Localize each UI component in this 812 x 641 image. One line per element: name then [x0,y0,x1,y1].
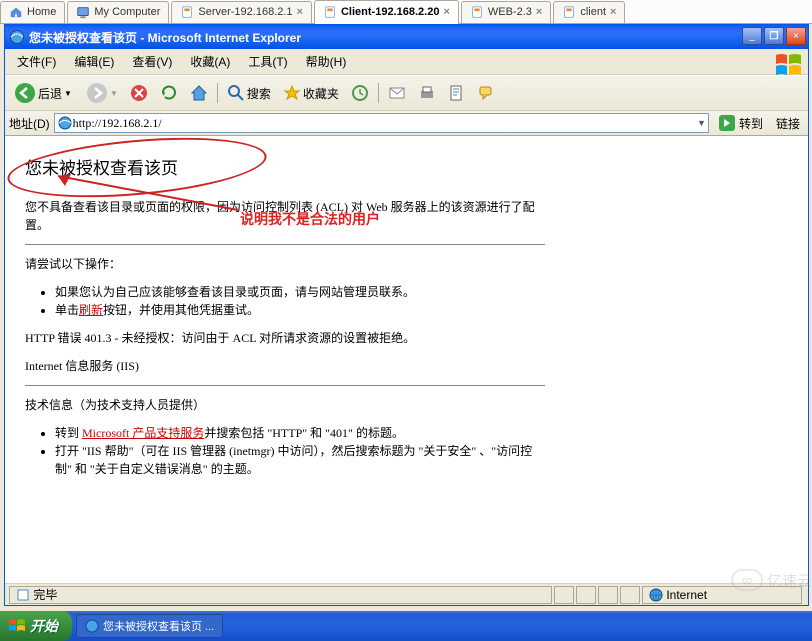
tech-item: 转到 Microsoft 产品支持服务并搜索包括 "HTTP" 和 "401" … [55,424,545,442]
try-heading: 请尝试以下操作： [25,255,545,273]
status-text-panel: 完毕 [9,586,552,604]
close-icon[interactable]: × [536,6,542,18]
divider [25,244,545,245]
maximize-button[interactable]: ❐ [764,27,784,45]
taskbar-item[interactable]: 您未被授权查看该页 ... [76,614,223,638]
annotation-text: 说明我不是合法的用户 [240,210,380,231]
vm-tab-client[interactable]: Client-192.168.2.20 × [314,0,459,24]
ms-support-link[interactable]: Microsoft 产品支持服务 [82,426,204,440]
start-button[interactable]: 开始 [0,611,72,641]
windows-flag-icon [8,617,26,635]
status-sep [576,586,596,604]
menu-help[interactable]: 帮助(H) [298,51,355,72]
divider [25,385,545,386]
tech-item: 打开 "IIS 帮助"（可在 IIS 管理器 (inetmgr) 中访问），然后… [55,442,545,478]
vm-tab-label: client [580,6,606,18]
ie-icon [85,619,99,633]
back-button[interactable]: 后退 ▼ [9,79,79,107]
close-icon[interactable]: × [610,6,616,18]
chevron-down-icon: ▼ [110,89,118,98]
links-label[interactable]: 链接 [772,115,804,132]
watermark: ∞亿速云 [731,569,812,591]
window-title: 您未被授权查看该页 - Microsoft Internet Explorer [29,29,301,46]
page-icon [57,115,73,131]
address-input[interactable] [73,116,697,131]
vm-tab-mycomputer[interactable]: My Computer [67,1,169,23]
forward-button[interactable]: ▼ [81,79,123,107]
taskbar: 开始 您未被授权查看该页 ... [0,611,812,641]
ie-icon [9,29,25,45]
tech-heading: 技术信息（为技术支持人员提供） [25,396,545,414]
ie-window: 您未被授权查看该页 - Microsoft Internet Explorer … [4,24,809,606]
page-content: 说明我不是合法的用户 您未被授权查看该页 您不具备查看该目录或页面的权限，因为访… [5,136,808,583]
home-button[interactable] [185,81,213,105]
vm-tab-label: Server-192.168.2.1 [198,6,292,18]
status-sep [554,586,574,604]
vm-tab-client2[interactable]: client × [553,1,625,23]
iis-line: Internet 信息服务 (IIS) [25,357,545,375]
go-label: 转到 [739,115,763,132]
refresh-link[interactable]: 刷新 [79,303,103,317]
vm-tab-label: WEB-2.3 [488,6,532,18]
status-done: 完毕 [33,586,57,603]
statusbar: 完毕 Internet [5,583,808,605]
windows-logo-icon [774,51,804,81]
start-label: 开始 [30,616,58,636]
vm-tab-server[interactable]: Server-192.168.2.1 × [171,1,312,23]
stop-button[interactable] [125,81,153,105]
menu-tools[interactable]: 工具(T) [240,51,295,72]
menu-favorites[interactable]: 收藏(A) [182,51,238,72]
toolbar: 后退 ▼ ▼ 搜索 收藏夹 [5,75,808,111]
page-heading: 您未被授权查看该页 [25,156,545,182]
favorites-label: 收藏夹 [303,85,339,102]
menu-view[interactable]: 查看(V) [124,51,180,72]
address-label: 地址(D) [9,115,50,132]
close-icon[interactable]: × [443,6,449,18]
refresh-button[interactable] [155,81,183,105]
done-icon [16,588,30,602]
http-error-line: HTTP 错误 401.3 - 未经授权：访问由于 ACL 对所请求资源的设置被… [25,329,545,347]
status-zone: Internet [666,588,707,602]
address-input-wrap[interactable]: ▼ [54,113,709,133]
status-sep [620,586,640,604]
print-button[interactable] [413,81,441,105]
menu-file[interactable]: 文件(F) [9,51,64,72]
vm-tab-label: My Computer [94,6,160,18]
address-bar: 地址(D) ▼ 转到 链接 [5,111,808,136]
taskbar-item-label: 您未被授权查看该页 ... [103,618,214,634]
go-button[interactable]: 转到 [713,113,768,133]
history-button[interactable] [346,81,374,105]
vm-tab-web23[interactable]: WEB-2.3 × [461,1,551,23]
chevron-down-icon[interactable]: ▼ [697,118,706,128]
back-label: 后退 [38,85,62,102]
menu-edit[interactable]: 编辑(E) [66,51,122,72]
vm-tab-strip: Home My Computer Server-192.168.2.1 × Cl… [0,0,812,24]
search-label: 搜索 [247,85,271,102]
globe-icon [649,588,663,602]
vm-tab-home[interactable]: Home [0,1,65,23]
close-button[interactable]: × [786,27,806,45]
close-icon[interactable]: × [297,6,303,18]
search-button[interactable]: 搜索 [222,81,276,105]
chevron-down-icon: ▼ [64,89,72,98]
edit-button[interactable] [443,81,471,105]
favorites-button[interactable]: 收藏夹 [278,81,344,105]
vm-tab-label: Home [27,6,56,18]
vm-tab-label: Client-192.168.2.20 [341,6,439,18]
suggestion-item: 单击刷新按钮，并使用其他凭据重试。 [55,301,545,319]
discuss-button[interactable] [473,81,501,105]
menubar: 文件(F) 编辑(E) 查看(V) 收藏(A) 工具(T) 帮助(H) [5,49,808,75]
minimize-button[interactable]: _ [742,27,762,45]
mail-button[interactable] [383,81,411,105]
status-sep [598,586,618,604]
titlebar[interactable]: 您未被授权查看该页 - Microsoft Internet Explorer … [5,25,808,49]
suggestion-item: 如果您认为自己应该能够查看该目录或页面，请与网站管理员联系。 [55,283,545,301]
